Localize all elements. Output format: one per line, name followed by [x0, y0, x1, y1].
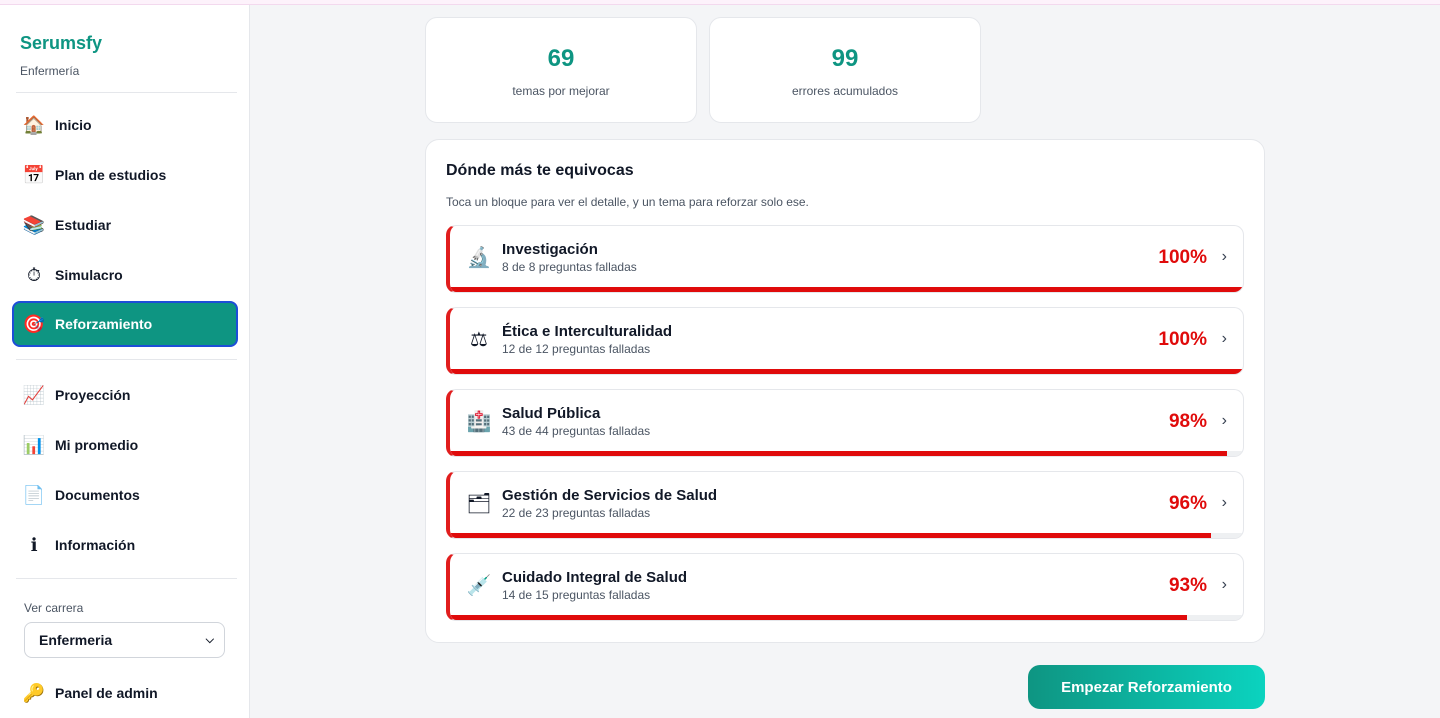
stat-value: 99 — [831, 45, 859, 72]
hospital-icon: 🏥 — [466, 409, 492, 433]
sidebar-item-mi-promedio[interactable]: 📊 Mi promedio — [12, 422, 238, 468]
chart-up-icon: 📈 — [22, 384, 46, 406]
brand-subtitle: Enfermería — [20, 64, 80, 78]
brand: Serumsfy Enfermería — [20, 33, 102, 78]
block-percent: 100% — [1158, 329, 1207, 350]
career-select[interactable]: Enfermeria ⌵ — [24, 622, 225, 658]
progress-track — [450, 369, 1243, 374]
progress-fill — [450, 615, 1188, 620]
block-name: Ética e Interculturalidad — [502, 323, 673, 340]
block-name: Gestión de Servicios de Salud — [502, 487, 718, 504]
panel-subtitle: Toca un bloque para ver el detalle, y un… — [446, 195, 809, 209]
progress-fill — [450, 369, 1243, 374]
sidebar-divider — [16, 92, 237, 93]
sidebar-divider — [16, 359, 237, 360]
block-detail: 43 de 44 preguntas falladas — [502, 424, 651, 438]
sidebar-item-inicio[interactable]: 🏠 Inicio — [12, 102, 238, 148]
panel-title: Dónde más te equivocas — [446, 162, 634, 179]
sidebar-item-label: Información — [55, 537, 136, 553]
block-etica[interactable]: ⚖ Ética e Interculturalidad 12 de 12 pre… — [446, 307, 1244, 375]
progress-fill — [450, 287, 1243, 292]
progress-track — [450, 287, 1243, 292]
sidebar-item-plan-de-estudios[interactable]: 📅 Plan de estudios — [12, 152, 238, 198]
bar-chart-icon: 📊 — [22, 434, 46, 456]
chevron-right-icon: › — [1221, 248, 1227, 265]
block-detail: 22 de 23 preguntas falladas — [502, 506, 651, 520]
block-percent: 96% — [1168, 493, 1207, 514]
file-box-icon: 🗂 — [466, 491, 492, 515]
brand-title[interactable]: Serumsfy — [20, 33, 102, 54]
progress-track — [450, 451, 1243, 456]
stat-label: errores acumulados — [791, 84, 899, 98]
sidebar-item-simulacro[interactable]: ⏱ Simulacro — [12, 252, 238, 298]
stat-card-temas: 69 temas por mejorar — [425, 17, 697, 123]
block-name: Investigación — [502, 241, 598, 258]
sidebar-item-label: Mi promedio — [55, 437, 139, 453]
sidebar: Serumsfy Enfermería 🏠 Inicio 📅 Plan de e… — [0, 5, 250, 718]
stat-label: temas por mejorar — [512, 84, 610, 98]
block-detail: 8 de 8 preguntas falladas — [502, 260, 637, 274]
block-salud-publica[interactable]: 🏥 Salud Pública 43 de 44 preguntas falla… — [446, 389, 1244, 457]
errors-panel: Dónde más te equivocas Toca un bloque pa… — [425, 139, 1265, 643]
scales-icon: ⚖ — [470, 327, 488, 351]
progress-track — [450, 533, 1243, 538]
progress-track — [450, 615, 1243, 620]
career-select-value: Enfermeria — [39, 632, 113, 648]
sidebar-item-label: Panel de admin — [55, 685, 158, 701]
start-reinforcement-button[interactable]: Empezar Reforzamiento — [1028, 665, 1265, 709]
block-cuidado-integral[interactable]: 💉 Cuidado Integral de Salud 14 de 15 pre… — [446, 553, 1244, 621]
stat-value: 69 — [547, 45, 575, 72]
sidebar-item-reforzamiento[interactable]: 🎯 Reforzamiento — [12, 301, 238, 347]
sidebar-item-label: Reforzamiento — [55, 316, 153, 332]
microscope-icon: 🔬 — [466, 245, 492, 269]
block-gestion[interactable]: 🗂 Gestión de Servicios de Salud 22 de 23… — [446, 471, 1244, 539]
document-icon: 📄 — [22, 484, 46, 506]
sidebar-item-proyeccion[interactable]: 📈 Proyección — [12, 372, 238, 418]
block-percent: 93% — [1168, 575, 1207, 596]
chevron-right-icon: › — [1221, 330, 1227, 347]
home-icon: 🏠 — [22, 114, 46, 136]
chevron-down-icon: ⌵ — [205, 633, 214, 646]
sidebar-item-label: Estudiar — [55, 217, 112, 233]
block-detail: 14 de 15 preguntas falladas — [502, 588, 651, 602]
sidebar-item-label: Simulacro — [55, 267, 123, 283]
progress-fill — [450, 451, 1228, 456]
sidebar-item-label: Documentos — [55, 487, 140, 503]
block-percent: 98% — [1168, 411, 1207, 432]
sidebar-item-informacion[interactable]: ℹ Información — [12, 522, 238, 568]
block-name: Cuidado Integral de Salud — [502, 569, 688, 586]
sidebar-item-label: Inicio — [55, 117, 92, 133]
block-name: Salud Pública — [502, 405, 601, 422]
block-detail: 12 de 12 preguntas falladas — [502, 342, 651, 356]
chevron-right-icon: › — [1221, 576, 1227, 593]
block-investigacion[interactable]: 🔬 Investigación 8 de 8 preguntas fallada… — [446, 225, 1244, 293]
sidebar-item-label: Proyección — [55, 387, 131, 403]
sidebar-item-label: Plan de estudios — [55, 167, 167, 183]
sidebar-item-panel-de-admin[interactable]: 🔑 Panel de admin — [12, 670, 238, 716]
sidebar-item-estudiar[interactable]: 📚 Estudiar — [12, 202, 238, 248]
info-icon: ℹ — [30, 534, 38, 556]
block-percent: 100% — [1158, 247, 1207, 268]
key-icon: 🔑 — [22, 682, 46, 704]
sidebar-item-documentos[interactable]: 📄 Documentos — [12, 472, 238, 518]
chevron-right-icon: › — [1221, 412, 1227, 429]
stopwatch-icon: ⏱ — [26, 264, 42, 286]
progress-fill — [450, 533, 1212, 538]
syringe-icon: 💉 — [466, 573, 492, 597]
sidebar-divider — [16, 578, 237, 579]
chevron-right-icon: › — [1221, 494, 1227, 511]
books-icon: 📚 — [22, 214, 46, 236]
career-label: Ver carrera — [24, 601, 84, 615]
stat-card-errores: 99 errores acumulados — [709, 17, 981, 123]
calendar-icon: 📅 — [22, 164, 46, 186]
target-icon: 🎯 — [22, 313, 46, 335]
